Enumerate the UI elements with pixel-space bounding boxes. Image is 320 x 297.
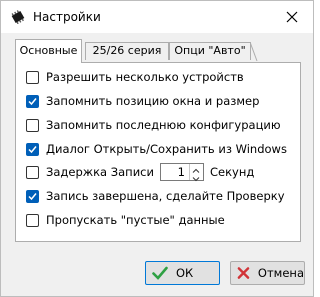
option-label: Пропускать "пустые" данные [46, 213, 225, 227]
stepper-down-icon[interactable] [190, 172, 203, 182]
chip-icon [11, 10, 25, 24]
close-icon[interactable] [281, 6, 303, 28]
window-title: Настройки [33, 10, 101, 24]
tab-label: Основные [19, 44, 78, 57]
delay-unit: Секунд [209, 165, 255, 179]
checkbox[interactable] [26, 189, 39, 203]
tab-strip: Основные 25/26 серия Опци "Авто" [15, 39, 305, 63]
settings-window: Настройки Основные 25/26 серия Опци "Авт… [0, 0, 314, 297]
option-label: Диалог Открыть/Сохранить из Windows [46, 142, 287, 156]
option-multiple-devices[interactable]: Разрешить несколько устройств [26, 69, 244, 85]
checkbox[interactable] [26, 94, 39, 108]
check-icon [152, 266, 168, 280]
tab-series[interactable]: 25/26 серия [85, 42, 169, 60]
tab-general[interactable]: Основные [15, 39, 82, 63]
stepper-up-icon[interactable] [190, 164, 203, 173]
checkbox[interactable] [26, 165, 39, 179]
option-verify-after-write[interactable]: Запись завершена, сделайте Проверку [26, 188, 285, 204]
check-mark-icon [28, 97, 37, 105]
check-mark-icon [28, 145, 37, 153]
checkbox[interactable] [26, 142, 39, 156]
option-remember-config[interactable]: Запомнить последнюю конфигурацию [26, 117, 281, 133]
cancel-label: Отмена [257, 266, 304, 280]
check-mark-icon [28, 192, 37, 200]
option-remember-window[interactable]: Запомнить позицию окна и размер [26, 93, 259, 109]
ok-button[interactable]: ОК [145, 261, 220, 285]
ok-label: ОК [176, 266, 194, 280]
tab-auto[interactable]: Опци "Авто" [169, 42, 258, 61]
title-bar: Настройки [1, 1, 313, 33]
option-write-delay[interactable]: Задержка Записи 1 Секунд [26, 163, 255, 182]
general-panel: Разрешить несколько устройств Запомнить … [15, 62, 301, 242]
option-skip-empty[interactable]: Пропускать "пустые" данные [26, 212, 225, 228]
option-windows-dialog[interactable]: Диалог Открыть/Сохранить из Windows [26, 141, 287, 157]
option-label: Задержка Записи [46, 165, 154, 179]
option-label: Запомнить последнюю конфигурацию [46, 118, 281, 132]
checkbox[interactable] [26, 213, 39, 227]
cancel-button[interactable]: Отмена [230, 261, 305, 285]
option-label: Запись завершена, сделайте Проверку [46, 189, 285, 203]
tab-label: Опци "Авто" [174, 44, 246, 57]
cross-icon [237, 267, 250, 279]
checkbox[interactable] [26, 70, 39, 84]
tab-edge [250, 42, 258, 61]
checkbox[interactable] [26, 118, 39, 132]
delay-stepper[interactable]: 1 [159, 163, 204, 182]
option-label: Разрешить несколько устройств [46, 70, 244, 84]
option-label: Запомнить позицию окна и размер [46, 94, 260, 108]
delay-value[interactable]: 1 [161, 165, 189, 179]
tab-label: 25/26 серия [92, 44, 162, 57]
